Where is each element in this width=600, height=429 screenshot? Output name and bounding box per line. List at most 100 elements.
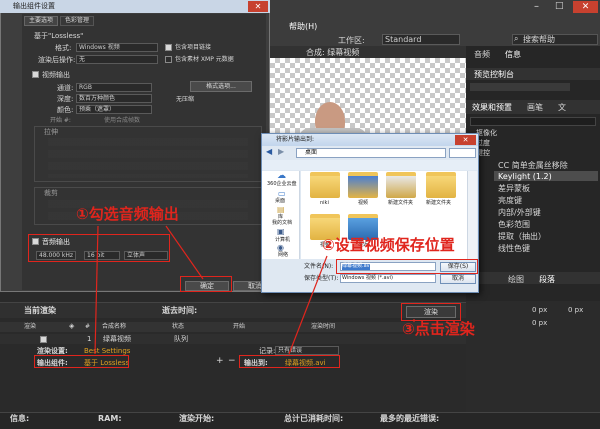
file-item[interactable]: niki [320, 201, 329, 206]
elapsed-time-label: 逝去时间: [162, 306, 198, 315]
tab-paragraph[interactable]: 段落 [539, 276, 555, 284]
status-total-time: 总计已消耗时间: [284, 414, 344, 423]
file-item[interactable]: 视频 [358, 201, 368, 206]
save-highlight-box [336, 259, 478, 274]
back-icon[interactable]: ◀ [266, 148, 272, 156]
status-render-start: 渲染开始: [179, 414, 215, 423]
sidebar-item-network[interactable]: 网络 [278, 253, 288, 258]
effects-item[interactable]: 差异蒙板 [498, 185, 530, 193]
depth-select[interactable]: 数百万种颜色 [76, 94, 152, 103]
effects-item[interactable]: 内部/外部键 [498, 209, 541, 217]
effects-item[interactable]: 色彩范围 [498, 221, 530, 229]
folder-icon[interactable] [386, 172, 416, 198]
dialog-toolbar [262, 160, 478, 170]
queue-render-checkbox[interactable] [40, 336, 47, 343]
color-select[interactable]: 预乘（遮罩） [76, 105, 152, 114]
status-ram: RAM: [98, 414, 122, 423]
file-item[interactable]: 新建文件夹 [426, 201, 451, 206]
annotation-render: ③点击渲染 [402, 320, 475, 338]
annotation-save-location: ②设置视频保存位置 [322, 236, 455, 254]
use-comp-frame-label: 使用合成帧数 [104, 117, 141, 124]
folder-icon[interactable] [348, 172, 378, 198]
add-output-icon[interactable]: + [216, 357, 224, 366]
file-item[interactable]: 新建文件夹 [388, 201, 413, 206]
annotation-audio: ①勾选音频输出 [76, 205, 179, 223]
remove-output-icon[interactable]: − [228, 357, 236, 366]
tab-effects[interactable]: 效果和预置 [472, 104, 512, 112]
color-label: 颜色: [57, 106, 74, 114]
col-status: 状态 [172, 323, 185, 330]
effects-item[interactable]: CC 简单金属丝移除 [498, 162, 568, 170]
tab-draw[interactable]: 绘图 [508, 276, 524, 284]
dialog-cancel-button[interactable]: 取消 [440, 274, 476, 284]
preview-controls[interactable] [470, 83, 570, 91]
output-module-highlight-box [34, 355, 129, 368]
format-options-button[interactable]: 格式选项... [190, 81, 252, 92]
tab-main-options[interactable]: 主要选项 [24, 16, 58, 26]
dialog-search-box[interactable] [449, 148, 476, 158]
render-settings-value[interactable]: Best Settings [84, 348, 130, 355]
sidebar-item-desktop[interactable]: 桌面 [275, 199, 285, 204]
col-number: # [85, 323, 91, 330]
tab-audio[interactable]: 音频 [474, 51, 490, 59]
include-xmp-checkbox[interactable] [165, 56, 172, 63]
comp-tab[interactable]: 合成: 绿幕视频 [306, 49, 359, 57]
address-bar[interactable] [296, 148, 446, 158]
px-value[interactable]: 0 px [532, 320, 547, 327]
sidebar-item-documents[interactable]: 我的文档 [272, 221, 292, 226]
channels-select[interactable]: RGB [76, 83, 152, 92]
crop-label: 裁剪 [44, 189, 58, 197]
status-recent-error: 最多的最近错误: [380, 414, 440, 423]
close-window-button[interactable]: ✕ [573, 1, 598, 13]
px-value[interactable]: 0 px [568, 307, 583, 314]
output-to-highlight-box [239, 355, 340, 368]
post-render-select[interactable]: 无 [76, 55, 158, 64]
col-comp-name: 合成名称 [102, 323, 127, 330]
queue-row[interactable] [0, 334, 466, 344]
effects-item[interactable]: Keylight (1.2) [498, 173, 552, 181]
format-value: Windows 视频 [79, 44, 120, 51]
save-dialog-close-button[interactable]: ✕ [455, 135, 476, 145]
include-project-link-checkbox[interactable] [165, 44, 172, 51]
queue-item-name[interactable]: 绿幕视频 [103, 336, 131, 343]
depth-label: 深度: [57, 95, 74, 103]
folder-icon[interactable] [310, 172, 340, 198]
folder-icon[interactable] [426, 172, 456, 198]
tab-info[interactable]: 信息 [505, 51, 521, 59]
workspace-select[interactable]: Standard [382, 34, 460, 45]
col-render: 渲染 [24, 323, 37, 330]
format-label: 格式: [55, 44, 72, 52]
sidebar-library-icon: ▤ [277, 205, 285, 214]
log-select[interactable]: 只有错误 [275, 346, 339, 355]
post-render-label: 渲染后操作: [38, 56, 76, 64]
sidebar-desktop-icon: ▭ [278, 189, 286, 198]
minimize-icon[interactable]: – [534, 2, 539, 12]
effects-item[interactable]: 抠像化 [476, 130, 497, 137]
effects-item[interactable]: 提取（抽出） [498, 233, 546, 241]
queue-item-number: 1 [87, 335, 92, 343]
video-output-checkbox[interactable] [32, 71, 39, 78]
color-value: 预乘（遮罩） [79, 106, 116, 113]
stretch-label: 拉伸 [44, 128, 58, 136]
format-options-button-label: 格式选项... [206, 83, 236, 90]
channels-label: 通道: [57, 84, 74, 92]
tab-text[interactable]: 文 [558, 104, 566, 112]
dialog-cancel-label: 取消 [451, 275, 464, 282]
tab-preview[interactable]: 预览控制台 [474, 71, 514, 79]
tab-color-management-label: 色彩管理 [65, 17, 90, 24]
include-xmp-label: 包含素材 XMP 元数据 [175, 56, 234, 63]
format-select[interactable]: Windows 视频 [76, 43, 158, 52]
output-dialog-close-button[interactable]: ✕ [248, 1, 268, 12]
file-list-scrollbar[interactable] [467, 171, 477, 259]
menu-help[interactable]: 帮助(H) [289, 23, 317, 31]
maximize-icon[interactable]: □ [555, 2, 564, 11]
effects-item[interactable]: 亮度键 [498, 197, 522, 205]
tab-color-management[interactable]: 色彩管理 [60, 16, 94, 26]
search-icon: ⌕ [514, 34, 519, 43]
sidebar-item-cloud[interactable]: 360企业云盘 [267, 182, 297, 187]
effects-search[interactable] [470, 117, 596, 126]
tab-paint[interactable]: 画笔 [527, 104, 543, 112]
forward-icon[interactable]: ▶ [278, 148, 284, 156]
px-value[interactable]: 0 px [532, 307, 547, 314]
effects-item[interactable]: 线性色键 [498, 245, 530, 253]
